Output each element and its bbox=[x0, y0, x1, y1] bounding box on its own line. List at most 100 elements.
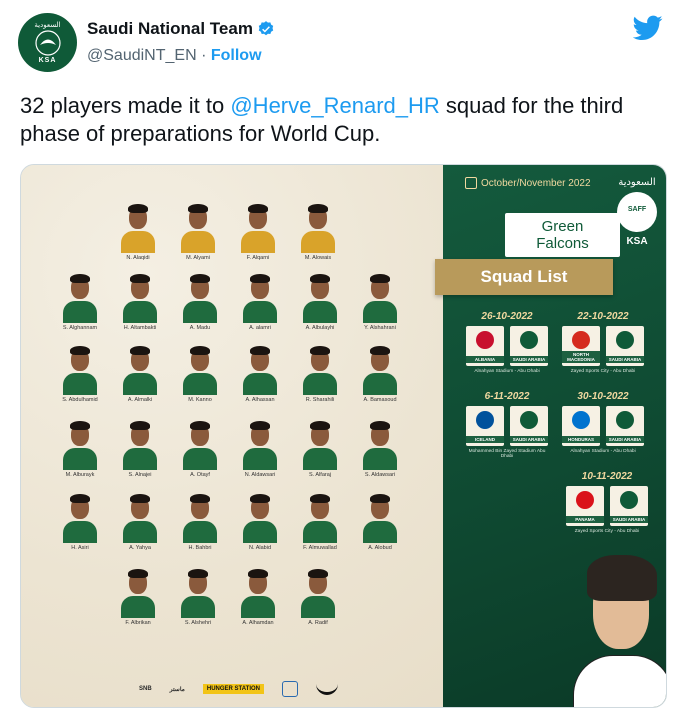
player-name: A. Yahya bbox=[129, 545, 151, 551]
handle[interactable]: @SaudiNT_EN bbox=[87, 47, 197, 64]
player-card: S. Alnajei bbox=[111, 416, 169, 478]
fixture-date: 10-11-2022 bbox=[581, 471, 633, 482]
away-team: SAUDI ARABIA bbox=[610, 486, 648, 526]
player-name: H. Altambakti bbox=[123, 325, 157, 331]
sponsor-logo: ماستر bbox=[169, 686, 185, 693]
player-photo bbox=[61, 489, 99, 543]
fixture-date: 6-11-2022 bbox=[484, 391, 530, 402]
account-avatar[interactable]: السعودية KSA bbox=[18, 13, 77, 72]
player-photo bbox=[121, 269, 159, 323]
player-photo bbox=[241, 269, 279, 323]
player-card: A. Alhassan bbox=[231, 341, 289, 403]
fixture-teams: NORTH MACEDONIA SAUDI ARABIA bbox=[559, 326, 647, 366]
player-name: A. Alobud bbox=[368, 545, 392, 551]
player-name: Y. Alshahrani bbox=[364, 325, 396, 331]
player-card: H. Altambakti bbox=[111, 269, 169, 331]
player-card: A. Madu bbox=[171, 269, 229, 331]
fixture-date: 22-10-2022 bbox=[577, 311, 629, 322]
player-photo bbox=[181, 341, 219, 395]
away-team-name: SAUDI ARABIA bbox=[606, 356, 644, 363]
player-photo bbox=[121, 341, 159, 395]
player-card: M. Alowais bbox=[289, 199, 347, 261]
player-card: A. alamri bbox=[231, 269, 289, 331]
player-photo bbox=[361, 416, 399, 470]
twitter-bird-icon[interactable] bbox=[633, 15, 663, 41]
follow-button[interactable]: Follow bbox=[211, 47, 262, 64]
player-name: M. Alburayk bbox=[65, 472, 95, 478]
team-crest-icon bbox=[520, 331, 538, 349]
coach-shirt bbox=[573, 655, 666, 707]
sponsor-logo bbox=[315, 684, 338, 695]
team-name-card: Green Falcons bbox=[505, 213, 620, 257]
fixture-card: 26-10-2022 ALBANIA SAUDI ARABIA Alnahyan St… bbox=[463, 311, 551, 374]
away-team-name: SAUDI ARABIA bbox=[510, 436, 548, 443]
player-card: S. Alfaraj bbox=[291, 416, 349, 478]
player-photo bbox=[299, 199, 337, 253]
fixture-card: 22-10-2022 NORTH MACEDONIA SAUDI ARABIA Zay… bbox=[559, 311, 647, 374]
player-card: F. Almuwallad bbox=[291, 489, 349, 551]
sponsor-logo: HUNGER STATION bbox=[202, 684, 264, 694]
home-team-name: PANAMA bbox=[566, 516, 604, 523]
player-name: A. Madu bbox=[189, 325, 211, 331]
squad-list-title: Squad List bbox=[435, 259, 613, 295]
player-card: M. Kanno bbox=[171, 341, 229, 403]
fixture-card: 30-10-2022 HONDURAS SAUDI ARABIA Alnahyan S… bbox=[559, 391, 647, 454]
player-name: M. Kanno bbox=[188, 397, 212, 403]
handle-line: @SaudiNT_EN · Follow bbox=[87, 47, 262, 65]
team-crest-icon bbox=[620, 491, 638, 509]
tweet-text: 32 players made it to @Herve_Renard_HR s… bbox=[20, 92, 665, 148]
sponsor-logo: SNB bbox=[139, 686, 152, 692]
player-photo bbox=[181, 416, 219, 470]
player-photo bbox=[361, 341, 399, 395]
home-team: PANAMA bbox=[566, 486, 604, 526]
player-card: F. Alqarni bbox=[229, 199, 287, 261]
home-team-name: ALBANIA bbox=[466, 356, 504, 363]
team-name-line1: Green bbox=[541, 218, 584, 235]
home-team: NORTH MACEDONIA bbox=[562, 326, 600, 366]
player-name: H. Asiri bbox=[71, 545, 89, 551]
away-team: SAUDI ARABIA bbox=[606, 326, 644, 366]
fixture-venue: Zayed Sports City - Abu Dhabi bbox=[570, 369, 636, 374]
player-photo bbox=[119, 199, 157, 253]
player-card: F. Albrikan bbox=[109, 564, 167, 626]
player-name: S. Alghannam bbox=[62, 325, 98, 331]
player-name: S. Alshehri bbox=[184, 620, 212, 626]
player-photo bbox=[301, 489, 339, 543]
player-card: A. Alhamdan bbox=[229, 564, 287, 626]
player-card: A. Otayf bbox=[171, 416, 229, 478]
player-card: S. Abdulhamid bbox=[51, 341, 109, 403]
falcon-emblem-icon bbox=[34, 30, 61, 56]
away-team: SAUDI ARABIA bbox=[510, 406, 548, 446]
player-name: A. alamri bbox=[249, 325, 271, 331]
player-card: A. Radif bbox=[289, 564, 347, 626]
fixture-venue: Alnahyan Stadium - Abu Dhabi bbox=[474, 369, 540, 374]
player-card: R. Sharahili bbox=[291, 341, 349, 403]
player-photo bbox=[61, 416, 99, 470]
team-crest-icon bbox=[476, 331, 494, 349]
logo-arabic: السعودية bbox=[618, 177, 656, 188]
player-name: A. Albulayhi bbox=[305, 325, 335, 331]
player-card: S. Aldawsari bbox=[351, 416, 409, 478]
display-name[interactable]: Saudi National Team bbox=[87, 19, 275, 39]
player-card: A. Alobud bbox=[351, 489, 409, 551]
player-photo bbox=[361, 489, 399, 543]
player-name: F. Almuwallad bbox=[303, 545, 337, 551]
player-name: A. Bamasoud bbox=[363, 397, 397, 403]
away-team: SAUDI ARABIA bbox=[606, 406, 644, 446]
fixture-venue: Alnahyan Stadium - Abu Dhabi bbox=[570, 449, 636, 454]
player-card: N. Aldawsari bbox=[231, 416, 289, 478]
home-team: HONDURAS bbox=[562, 406, 600, 446]
player-card: A. Almalki bbox=[111, 341, 169, 403]
tweet-media-image[interactable]: N. Alaqidi M. Alyami F. Alqarni M. Alowais S… bbox=[20, 164, 667, 708]
fixture-teams: HONDURAS SAUDI ARABIA bbox=[559, 406, 647, 446]
player-photo bbox=[301, 416, 339, 470]
player-photo bbox=[301, 341, 339, 395]
fixture-date: 30-10-2022 bbox=[577, 391, 629, 402]
player-card: N. Alaqidi bbox=[109, 199, 167, 261]
player-photo bbox=[241, 489, 279, 543]
player-name: M. Alyami bbox=[186, 255, 210, 261]
home-team-name: NORTH MACEDONIA bbox=[562, 351, 600, 363]
mention-link[interactable]: @Herve_Renard_HR bbox=[230, 93, 439, 118]
player-name: M. Alowais bbox=[304, 255, 332, 261]
sponsor-logo bbox=[281, 681, 298, 697]
